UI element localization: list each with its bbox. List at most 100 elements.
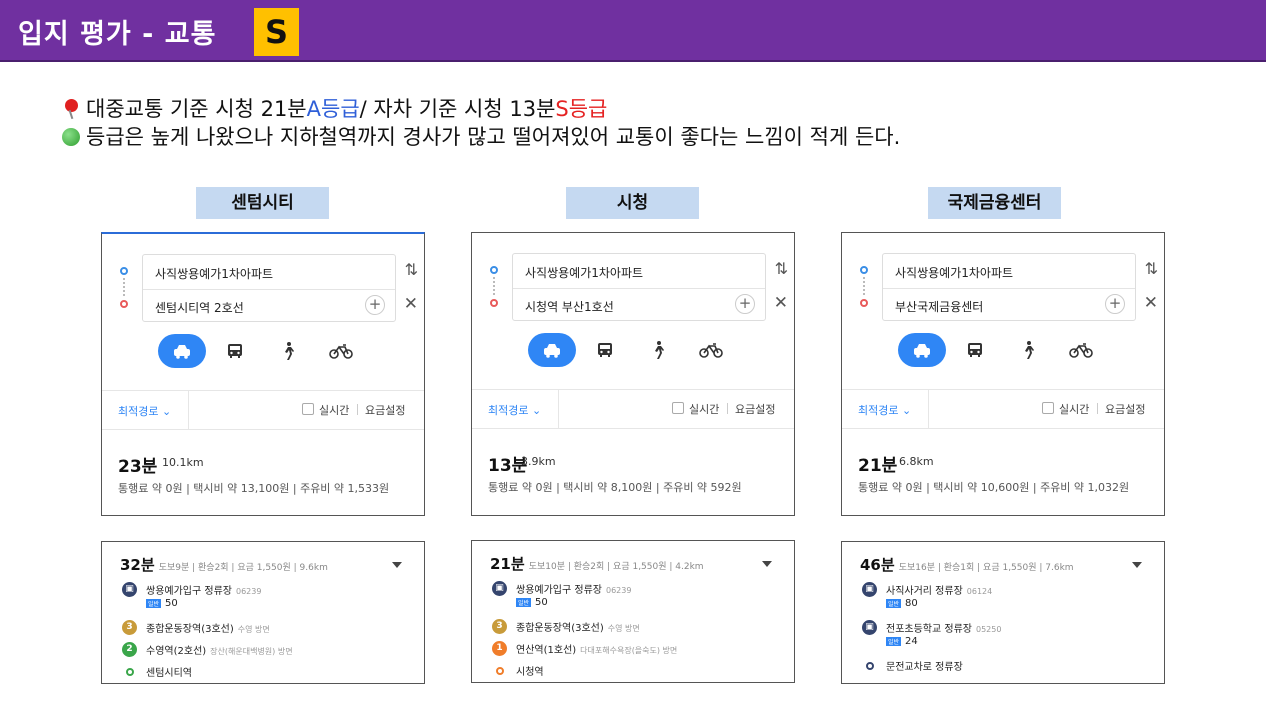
realtime-checkbox[interactable] [672, 402, 684, 414]
walk-icon[interactable] [634, 333, 682, 367]
swap-icon[interactable]: ⇅ [1145, 259, 1158, 278]
address-box: 사직쌍용예가1차아파트시청역 부산1호선 + [512, 253, 766, 321]
destination-input[interactable]: 부산국제금융센터 [895, 298, 983, 315]
fare-setting-link[interactable]: 요금설정 [1105, 401, 1145, 417]
bus-route: 일반 80 [886, 598, 918, 609]
car-icon[interactable] [528, 333, 576, 367]
transit-time: 32분 [120, 556, 155, 574]
divider [357, 404, 358, 415]
route-options-bar: 최적경로 ⌄ 실시간 요금설정 [472, 389, 794, 429]
transit-route-panel[interactable]: 21분 도보10분 | 환승2회 | 요금 1,550원 | 4.2km ▣ 쌍용예가… [471, 540, 795, 683]
fare-setting-link[interactable]: 요금설정 [735, 401, 775, 417]
step-name: 센텀시티역 [146, 668, 192, 679]
origin-input[interactable]: 사직쌍용예가1차아파트 [525, 264, 643, 281]
title-banner: 입지 평가 - 교통 S [0, 0, 1266, 62]
bus-type-badge: 일반 [886, 598, 902, 608]
car-route-panel: 사직쌍용예가1차아파트 시청역 부산1호선 + ⇅ ✕ 최적경로 ⌄ 실시간 요금설정 13분 3… [471, 232, 795, 516]
origin-input[interactable]: 사직쌍용예가1차아파트 [155, 265, 273, 282]
chevron-down-icon[interactable] [392, 562, 402, 568]
route-connector [863, 277, 865, 295]
divider [513, 288, 765, 289]
route-option-dropdown[interactable]: 최적경로 ⌄ [488, 402, 541, 418]
close-icon[interactable]: ✕ [774, 293, 788, 313]
transit-meta: 도보10분 | 환승2회 | 요금 1,550원 | 4.2km [528, 562, 704, 572]
address-box: 사직쌍용예가1차아파트센텀시티역 2호선 + [142, 254, 396, 322]
travel-mode-tabs [528, 333, 740, 367]
car-icon[interactable] [158, 334, 206, 368]
page-title: 입지 평가 - 교통 [18, 19, 217, 50]
transit-time: 46분 [860, 556, 895, 574]
step-detail: 수영 방면 [237, 625, 270, 634]
plus-icon[interactable]: + [1105, 294, 1125, 314]
walk-icon[interactable] [264, 334, 312, 368]
transit-route-panel[interactable]: 32분 도보9분 | 환승2회 | 요금 1,550원 | 9.6km ▣ 쌍용예가입… [101, 541, 425, 684]
chevron-down-icon[interactable] [1132, 562, 1142, 568]
drive-distance: 10.1km [162, 456, 204, 469]
drive-time: 23분 [118, 457, 158, 477]
car-icon[interactable] [898, 333, 946, 367]
origin-input[interactable]: 사직쌍용예가1차아파트 [895, 264, 1013, 281]
route-option-dropdown[interactable]: 최적경로 ⌄ [858, 402, 911, 418]
subway-line-3-icon: 3 [122, 620, 137, 635]
transit-route-panel[interactable]: 46분 도보16분 | 환승1회 | 요금 1,550원 | 7.6km ▣ 사직사거… [841, 541, 1165, 684]
plus-icon[interactable]: + [365, 295, 385, 315]
step-name: 쌍용예가입구 정류장 [516, 585, 602, 596]
chevron-down-icon[interactable] [762, 561, 772, 567]
origin-marker-icon [860, 266, 868, 274]
summary: 대중교통 기준 시청 21분 A등급 / 자차 기준 시청 13분 S등급 등급… [62, 95, 900, 151]
route-connector [493, 277, 495, 295]
car-route-panel: 사직쌍용예가1차아파트센텀시티역 2호선 + ⇅ ✕ 최적경로 ⌄ 실시간 요금설정 23분 1… [101, 232, 425, 516]
bus-number: 50 [535, 597, 548, 608]
bicycle-icon[interactable] [1057, 333, 1105, 367]
step-detail: 05250 [975, 625, 1002, 634]
divider [928, 390, 929, 428]
swap-icon[interactable]: ⇅ [775, 259, 788, 278]
close-icon[interactable]: ✕ [404, 294, 418, 314]
realtime-label: 실시간 [319, 404, 350, 417]
bus-icon[interactable] [581, 333, 629, 367]
bus-icon[interactable] [211, 334, 259, 368]
divider [883, 288, 1135, 289]
drive-costs: 통행료 약 0원 | 택시비 약 13,100원 | 주유비 약 1,533원 [118, 482, 390, 495]
divider [143, 289, 395, 290]
destination-input[interactable]: 센텀시티역 2호선 [155, 299, 244, 316]
drive-distance: 6.8km [899, 455, 934, 468]
bus-number: 50 [165, 598, 178, 609]
overall-grade-badge: S [254, 8, 299, 56]
realtime-checkbox[interactable] [302, 403, 314, 415]
bus-stop-icon: ▣ [862, 582, 877, 597]
address-box: 사직쌍용예가1차아파트부산국제금융센터 + [882, 253, 1136, 321]
swap-icon[interactable]: ⇅ [405, 260, 418, 279]
route-option-dropdown[interactable]: 최적경로 ⌄ [118, 403, 171, 419]
realtime-checkbox[interactable] [1042, 402, 1054, 414]
travel-mode-tabs [158, 334, 370, 368]
green-circle-icon [62, 128, 80, 146]
close-icon[interactable]: ✕ [1144, 293, 1158, 313]
bus-stop-icon: ▣ [492, 581, 507, 596]
bus-route: 일반 50 [516, 597, 548, 608]
bicycle-icon[interactable] [687, 333, 735, 367]
step-name: 시청역 [516, 667, 544, 678]
fare-setting-link[interactable]: 요금설정 [365, 402, 405, 418]
step-name-wrap: 전포초등학교 정류장 05250 [886, 620, 1001, 635]
step-detail: 06124 [966, 587, 993, 596]
step-name-wrap: 종합운동장역(3호선) 수영 방면 [516, 619, 640, 634]
divider [558, 390, 559, 428]
travel-mode-tabs [898, 333, 1110, 367]
route-connector [123, 278, 125, 296]
destination-input[interactable]: 시청역 부산1호선 [525, 298, 614, 315]
step-name: 쌍용예가입구 정류장 [146, 586, 232, 597]
bus-route: 일반 24 [886, 636, 918, 647]
divider [727, 403, 728, 414]
walk-icon[interactable] [1004, 333, 1052, 367]
divider [1097, 403, 1098, 414]
summary-line-1: 대중교통 기준 시청 21분 A등급 / 자차 기준 시청 13분 S등급 [62, 95, 900, 123]
step-name-wrap: 사직사거리 정류장 06124 [886, 582, 992, 597]
step-name-wrap: 문전교차로 정류장 [886, 658, 967, 673]
bus-number: 80 [905, 598, 918, 609]
bus-icon[interactable] [951, 333, 999, 367]
bicycle-icon[interactable] [317, 334, 365, 368]
grade-a-text: A등급 [306, 97, 360, 121]
plus-icon[interactable]: + [735, 294, 755, 314]
step-name: 수영역(2호선) [146, 646, 207, 657]
